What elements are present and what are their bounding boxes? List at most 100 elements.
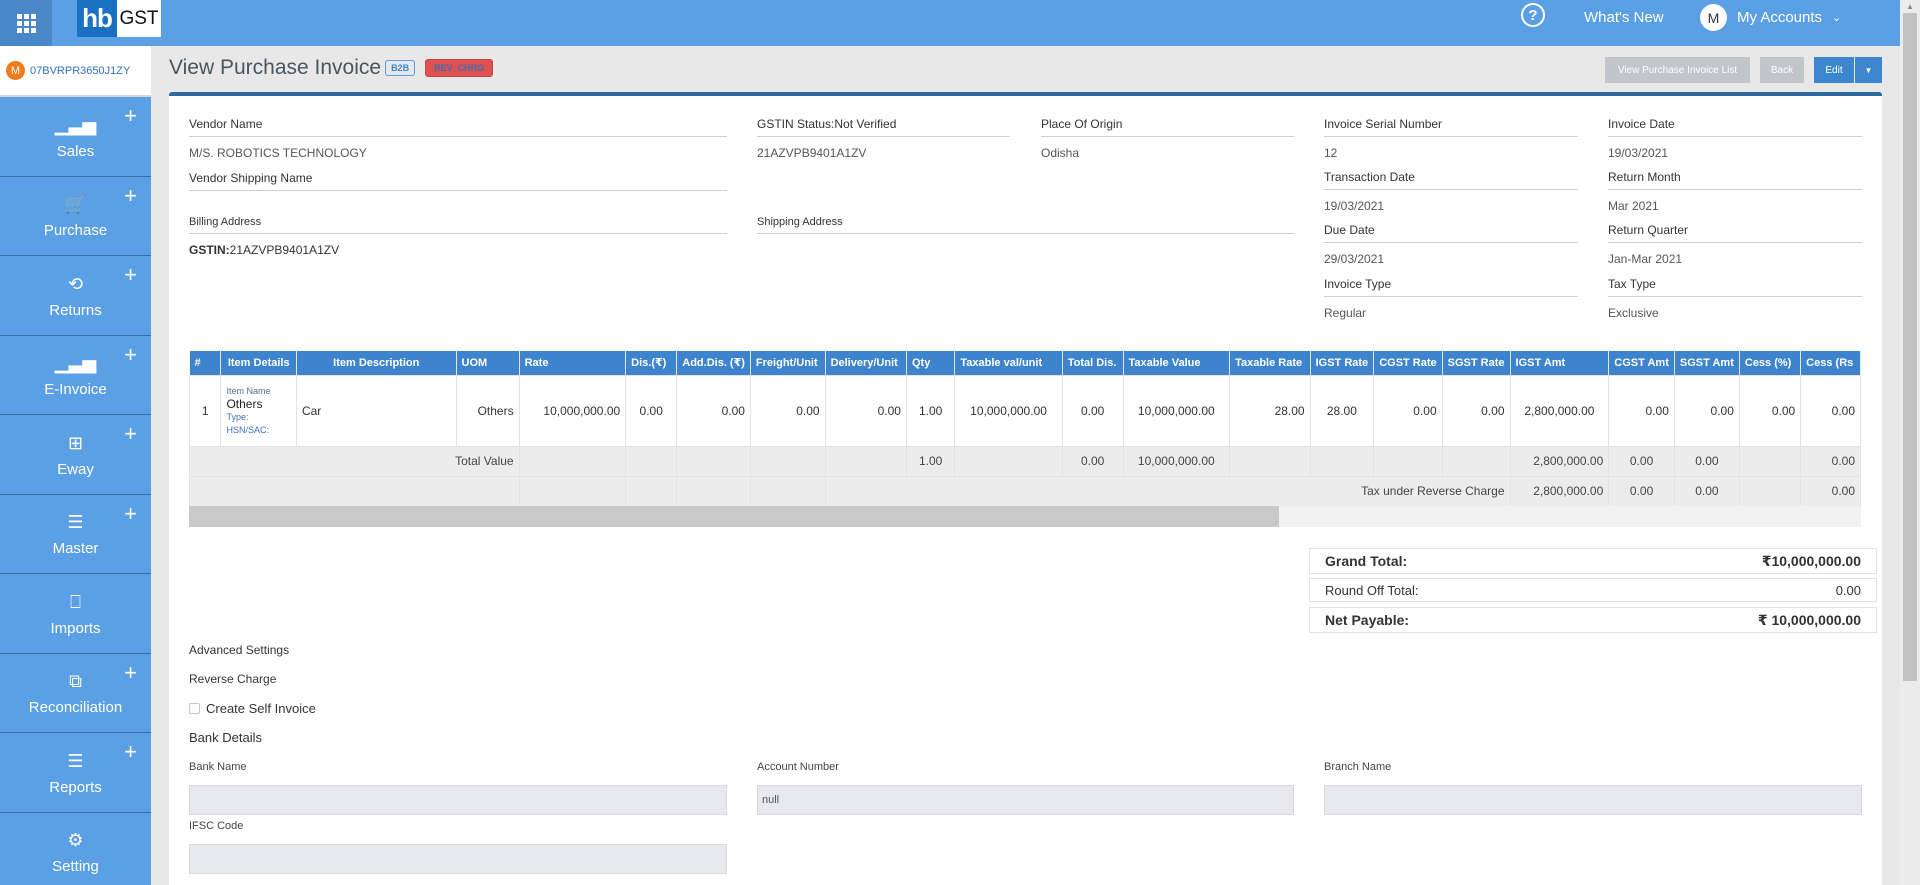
transaction-date-value: 19/03/2021 bbox=[1324, 199, 1385, 213]
shipping-address-field: Shipping Address bbox=[757, 216, 1294, 234]
round-off-label: Round Off Total: bbox=[1325, 582, 1419, 598]
sidebar: M 07BVRPR3650J1ZY ▁▃▅ Sales + 🛒 Purchase + ⟲ Re… bbox=[0, 46, 151, 885]
reverse-charge-label: Tax under Reverse Charge bbox=[824, 475, 1511, 507]
round-off-box: Round Off Total: 0.00 bbox=[1309, 578, 1877, 602]
scrollbar-thumb[interactable] bbox=[189, 506, 1279, 527]
page-header: View Purchase Invoice B2B REV_CHRG bbox=[169, 56, 494, 80]
sidebar-item-returns[interactable]: ⟲ Returns + bbox=[0, 256, 151, 336]
sidebar-item-label: Sales bbox=[56, 142, 95, 160]
back-button[interactable]: Back bbox=[1760, 57, 1804, 83]
gstin-selector[interactable]: M 07BVRPR3650J1ZY bbox=[0, 46, 151, 97]
page-vertical-scrollbar[interactable]: ▲ bbox=[1900, 0, 1920, 885]
column-header: UOM bbox=[456, 351, 520, 375]
gear-icon: ⚙ bbox=[67, 830, 84, 851]
sidebar-item-label: Eway bbox=[57, 460, 94, 478]
item-hsn-label: HSN/SAC: bbox=[226, 424, 269, 435]
branch-name-label: Branch Name bbox=[1324, 761, 1392, 773]
sidebar-item-setting[interactable]: ⚙ Setting bbox=[0, 813, 151, 885]
cell-igst-amt: 2,800,000.00 bbox=[1509, 374, 1610, 447]
grand-total-label: Grand Total: bbox=[1325, 553, 1408, 569]
cell-total-dis: 0.00 bbox=[1061, 374, 1124, 447]
column-header: IGST Rate bbox=[1310, 351, 1375, 375]
page-scrollbar-thumb[interactable] bbox=[1903, 13, 1917, 681]
edit-dropdown-toggle[interactable]: ▼ bbox=[1855, 57, 1882, 83]
create-self-invoice-checkbox[interactable] bbox=[189, 703, 200, 714]
sidebar-item-reconciliation[interactable]: ⧉ Reconciliation + bbox=[0, 654, 151, 733]
plus-icon[interactable]: + bbox=[124, 502, 137, 525]
account-number-input[interactable]: null bbox=[757, 785, 1294, 815]
edit-button[interactable]: Edit bbox=[1814, 57, 1854, 83]
view-invoice-list-button[interactable]: View Purchase Invoice List bbox=[1605, 57, 1750, 83]
invoice-date-field: Invoice Date 19/03/2021 bbox=[1608, 117, 1862, 160]
copy-icon: ⧉ bbox=[69, 671, 82, 692]
create-self-invoice-option[interactable]: Create Self Invoice bbox=[189, 701, 316, 716]
plus-icon[interactable]: + bbox=[124, 423, 137, 445]
transaction-date-field: Transaction Date 19/03/2021 bbox=[1324, 170, 1578, 213]
grand-total-box: Grand Total: ₹10,000,000.00 bbox=[1309, 548, 1877, 574]
cell-cess-rs: 0.00 bbox=[1800, 374, 1861, 447]
table-horizontal-scrollbar[interactable] bbox=[189, 506, 1861, 527]
invoice-serial-value: 12 bbox=[1324, 146, 1338, 160]
my-accounts-label: My Accounts bbox=[1737, 9, 1823, 26]
column-header: Add.Dis. (₹) bbox=[676, 351, 751, 375]
sidebar-item-label: Reports bbox=[49, 778, 102, 796]
sidebar-item-e-invoice[interactable]: ▁▃▅ E-Invoice + bbox=[0, 336, 151, 415]
total-label: Total Value bbox=[189, 445, 520, 477]
ifsc-code-input[interactable] bbox=[189, 844, 727, 874]
plus-icon[interactable]: + bbox=[124, 661, 137, 684]
bank-name-input[interactable] bbox=[189, 785, 727, 815]
my-accounts-menu[interactable]: M My Accounts ⌄ bbox=[1700, 4, 1841, 31]
tax-type-value: Exclusive bbox=[1608, 306, 1659, 320]
rc-cess-rs: 0.00 bbox=[1800, 475, 1861, 507]
invoice-date-label: Invoice Date bbox=[1608, 117, 1862, 137]
table-row[interactable]: 1 Item Name Others Type: HSN/SAC: Car Ot… bbox=[189, 374, 1861, 447]
net-payable-box: Net Payable: ₹ 10,000,000.00 bbox=[1309, 607, 1877, 633]
help-icon[interactable]: ? bbox=[1521, 3, 1545, 27]
scroll-up-arrow-icon[interactable]: ▲ bbox=[1900, 0, 1920, 14]
column-header: Taxable val/unit bbox=[954, 351, 1063, 375]
item-name-value: Others bbox=[226, 396, 263, 411]
cell-item-details: Item Name Others Type: HSN/SAC: bbox=[220, 374, 297, 447]
items-table-container: # Item Details Item Description UOM Rate Dis.… bbox=[189, 351, 1861, 507]
sidebar-item-purchase[interactable]: 🛒 Purchase + bbox=[0, 177, 151, 256]
plus-icon[interactable]: + bbox=[124, 264, 137, 286]
plus-icon[interactable]: + bbox=[124, 105, 137, 127]
branch-name-input[interactable] bbox=[1324, 785, 1862, 815]
sidebar-item-label: Imports bbox=[50, 619, 101, 637]
sidebar-item-master[interactable]: ☰ Master + bbox=[0, 495, 151, 574]
gstin-status-label: GSTIN Status:Not Verified bbox=[757, 117, 1010, 137]
billing-gstin-prefix: GSTIN: bbox=[189, 243, 230, 257]
column-header: IGST Amt bbox=[1510, 351, 1610, 375]
plus-icon[interactable]: + bbox=[124, 343, 137, 366]
cell-uom: Others bbox=[455, 374, 520, 447]
sidebar-item-eway[interactable]: ⊞ Eway + bbox=[0, 415, 151, 495]
hbgst-logo[interactable]: hb GST bbox=[77, 0, 161, 37]
cell-delivery: 0.00 bbox=[824, 374, 907, 447]
cell-description: Car bbox=[295, 374, 457, 447]
reverse-charge-badge: REV_CHRG bbox=[425, 59, 494, 77]
column-header: Qty bbox=[906, 351, 956, 375]
plus-icon[interactable]: + bbox=[124, 741, 137, 763]
whats-new-link[interactable]: What's New bbox=[1584, 9, 1664, 26]
net-payable-label: Net Payable: bbox=[1325, 612, 1410, 628]
place-of-origin-label: Place Of Origin bbox=[1041, 117, 1294, 137]
logo-gst: GST bbox=[117, 0, 161, 37]
column-header: Item Description bbox=[296, 351, 457, 375]
tax-type-field: Tax Type Exclusive bbox=[1608, 277, 1862, 320]
sidebar-item-sales[interactable]: ▁▃▅ Sales + bbox=[0, 97, 151, 177]
plus-icon[interactable]: + bbox=[124, 184, 137, 207]
app-launcher-button[interactable] bbox=[0, 0, 52, 46]
column-header: SGST Rate bbox=[1442, 351, 1511, 375]
sidebar-item-imports[interactable]: ⎕ Imports bbox=[0, 574, 151, 654]
sidebar-item-label: Returns bbox=[49, 301, 102, 319]
cell-taxable-unit: 10,000,000.00 bbox=[954, 374, 1063, 447]
account-number-label: Account Number bbox=[757, 761, 839, 773]
return-quarter-value: Jan-Mar 2021 bbox=[1608, 252, 1683, 266]
column-header: Cess (Rs bbox=[1800, 351, 1861, 375]
sidebar-item-reports[interactable]: ☰ Reports + bbox=[0, 733, 151, 813]
cell-sgst-rate: 0.00 bbox=[1441, 374, 1511, 447]
cell-freight: 0.00 bbox=[749, 374, 826, 447]
rc-sgst-amt: 0.00 bbox=[1673, 475, 1740, 507]
grand-total-value: ₹10,000,000.00 bbox=[1761, 552, 1861, 569]
sidebar-item-label: Reconciliation bbox=[28, 699, 123, 717]
